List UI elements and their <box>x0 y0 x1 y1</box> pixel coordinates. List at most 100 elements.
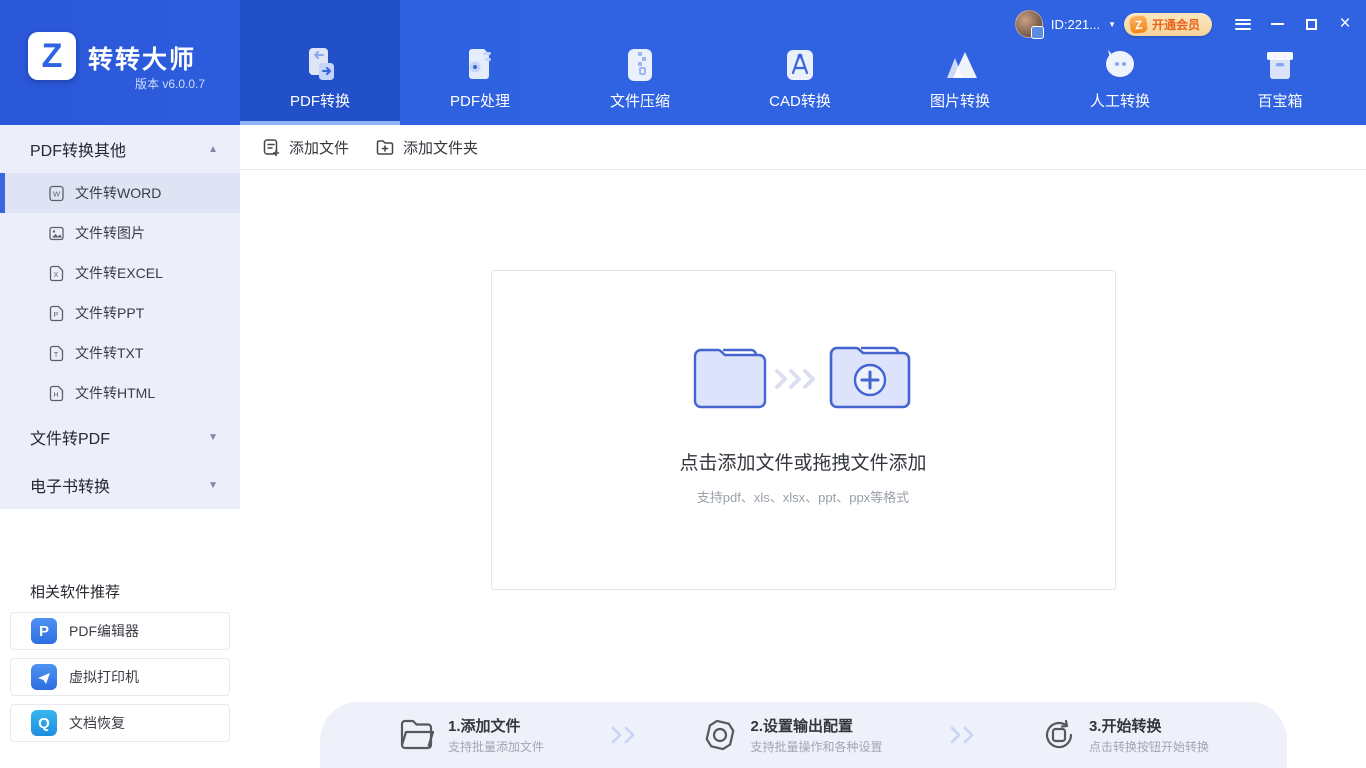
app-title: 转转大师 <box>88 46 197 74</box>
manual-convert-icon <box>1098 42 1142 88</box>
app-header: Z 转转大师 版本 v6.0.0.7 PDF转换 PDF处理 文件压缩 CAD转… <box>0 0 1366 125</box>
nav-tab-file-compress[interactable]: 文件压缩 <box>560 0 720 125</box>
file-compress-icon <box>618 42 662 88</box>
virtual-printer-icon <box>31 664 57 690</box>
maximize-button[interactable] <box>1302 15 1320 33</box>
step-folder-icon <box>400 719 435 750</box>
sidebar: PDF转换其他 ▲ W 文件转WORD 文件转图片 X 文件转EXCEL P 文… <box>0 125 240 768</box>
cad-convert-icon <box>778 42 822 88</box>
add-file-icon <box>263 138 280 156</box>
step-arrow-icon <box>605 725 641 745</box>
recommend-title: 相关软件推荐 <box>30 584 121 601</box>
dropzone-illustration <box>492 343 1115 418</box>
doc-recovery-icon: Q <box>31 710 57 736</box>
dropzone-title: 点击添加文件或拖拽文件添加 <box>679 453 927 474</box>
html-file-icon: H <box>49 385 64 401</box>
vip-upgrade-button[interactable]: Z 开通会员 <box>1123 12 1212 36</box>
app-window: Z 转转大师 版本 v6.0.0.7 PDF转换 PDF处理 文件压缩 CAD转… <box>0 0 1366 768</box>
sidebar-item-to-ppt[interactable]: P 文件转PPT <box>0 293 240 333</box>
sidebar-item-to-excel[interactable]: X 文件转EXCEL <box>0 253 240 293</box>
close-icon: × <box>1339 13 1351 34</box>
maximize-icon <box>1305 18 1317 30</box>
sidebar-item-label: 文件转TXT <box>75 345 144 361</box>
toolbox-icon <box>1258 42 1302 88</box>
nav-tab-label: 百宝箱 <box>1257 93 1303 110</box>
step-subtitle: 支持批量添加文件 <box>448 740 545 754</box>
svg-text:X: X <box>54 272 59 279</box>
recommend-card-pdf-editor[interactable]: P PDF编辑器 <box>10 612 230 650</box>
vip-z-icon: Z <box>1129 14 1148 34</box>
expand-arrow-icon: ▼ <box>208 431 218 443</box>
nav-tab-label: CAD转换 <box>769 93 831 110</box>
recommend-label: PDF编辑器 <box>69 623 139 639</box>
window-controls: × <box>1234 13 1354 34</box>
step-configure-output: 2.设置输出配置 支持批量操作和各种设置 <box>702 715 883 755</box>
minimize-button[interactable] <box>1268 15 1286 33</box>
svg-text:P: P <box>54 312 59 319</box>
txt-file-icon: T <box>49 345 64 361</box>
collapse-arrow-icon: ▲ <box>208 143 218 155</box>
nav-tab-label: 文件压缩 <box>609 93 670 110</box>
recommend-label: 虚拟打印机 <box>69 669 139 685</box>
sidebar-item-to-html[interactable]: H 文件转HTML <box>0 373 240 413</box>
brand: Z 转转大师 版本 v6.0.0.7 <box>0 0 240 125</box>
sidebar-item-to-word[interactable]: W 文件转WORD <box>0 173 240 213</box>
nav-tab-label: PDF处理 <box>449 93 510 110</box>
action-toolbar: 添加文件 添加文件夹 <box>240 125 1366 170</box>
sidebar-item-to-image[interactable]: 文件转图片 <box>0 213 240 253</box>
sidebar-item-label: 文件转图片 <box>75 225 145 241</box>
logo-letter: Z <box>41 36 63 75</box>
user-id[interactable]: ID:221... <box>1051 17 1100 32</box>
step-subtitle: 支持批量操作和各种设置 <box>750 740 883 754</box>
nav-tab-cad-convert[interactable]: CAD转换 <box>720 0 880 125</box>
nav-tab-label: PDF转换 <box>289 93 350 110</box>
step-title: 3.开始转换 <box>1088 718 1162 735</box>
recommend-card-doc-recovery[interactable]: Q 文档恢复 <box>10 704 230 742</box>
nav-tab-pdf-process[interactable]: PDF处理 <box>400 0 560 125</box>
titlebar: ID:221... ▼ Z 开通会员 × <box>1014 10 1354 39</box>
add-folder-icon <box>376 139 394 155</box>
sidebar-item-label: 文件转WORD <box>75 185 162 201</box>
menu-button[interactable] <box>1234 15 1252 33</box>
minimize-icon <box>1270 23 1284 25</box>
file-dropzone[interactable]: 点击添加文件或拖拽文件添加 支持pdf、xls、xlsx、ppt、ppx等格式 <box>490 270 1116 590</box>
step-settings-icon <box>706 719 735 751</box>
expand-arrow-icon: ▼ <box>208 479 218 491</box>
svg-text:W: W <box>53 189 61 198</box>
add-file-button[interactable]: 添加文件 <box>262 137 349 158</box>
add-file-label: 添加文件 <box>289 139 350 157</box>
add-folder-button[interactable]: 添加文件夹 <box>375 137 478 158</box>
user-avatar[interactable] <box>1014 10 1044 39</box>
pdf-editor-icon: P <box>31 618 57 644</box>
app-version: 版本 v6.0.0.7 <box>135 77 206 91</box>
hamburger-icon <box>1235 18 1251 30</box>
pdf-process-icon <box>458 42 502 88</box>
user-dropdown-caret-icon[interactable]: ▼ <box>1108 20 1116 29</box>
svg-text:H: H <box>53 392 58 399</box>
vip-label: 开通会员 <box>1151 17 1200 32</box>
step-start-convert: 3.开始转换 点击转换按钮开始转换 <box>1041 715 1209 755</box>
steps-bar: 1.添加文件 支持批量添加文件 2.设置输出配置 支持批量操作和各种设置 3.开… <box>320 702 1287 768</box>
sidebar-item-to-txt[interactable]: T 文件转TXT <box>0 333 240 373</box>
excel-file-icon: X <box>49 265 64 281</box>
sidebar-section-ebook[interactable]: 电子书转换 ▼ <box>0 461 240 509</box>
sidebar-item-label: 文件转PPT <box>75 305 145 321</box>
ppt-file-icon: P <box>49 305 64 321</box>
app-logo-icon: Z <box>28 32 76 80</box>
section-label: 文件转PDF <box>30 431 111 448</box>
sidebar-item-label: 文件转EXCEL <box>75 265 163 281</box>
nav-tab-pdf-convert[interactable]: PDF转换 <box>240 0 400 125</box>
add-folder-label: 添加文件夹 <box>403 139 479 157</box>
recommend-card-virtual-printer[interactable]: 虚拟打印机 <box>10 658 230 696</box>
svg-text:T: T <box>54 352 59 359</box>
close-button[interactable]: × <box>1336 13 1354 34</box>
image-file-icon <box>49 226 64 240</box>
sidebar-section-pdf-other[interactable]: PDF转换其他 ▲ <box>0 125 240 173</box>
main-content: 点击添加文件或拖拽文件添加 支持pdf、xls、xlsx、ppt、ppx等格式 <box>240 171 1366 768</box>
sidebar-section-to-pdf[interactable]: 文件转PDF ▼ <box>0 413 240 461</box>
step-arrow-icon <box>944 725 980 745</box>
section-label: PDF转换其他 <box>30 143 127 160</box>
recommend-label: 文档恢复 <box>69 715 125 731</box>
folders-transfer-icon <box>693 346 911 409</box>
dropzone-subtitle: 支持pdf、xls、xlsx、ppt、ppx等格式 <box>696 490 910 505</box>
